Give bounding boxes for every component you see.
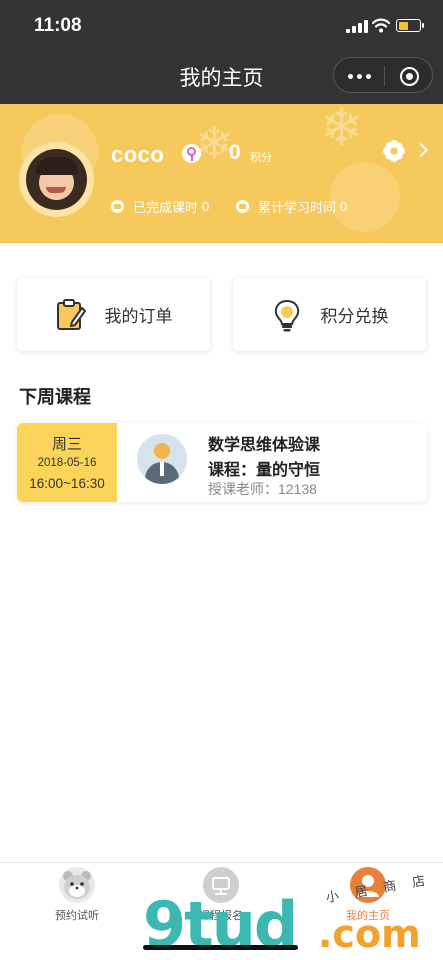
completed-label: 已完成课时 xyxy=(133,200,199,215)
hamster-icon xyxy=(59,867,95,903)
home-indicator xyxy=(143,945,298,950)
study-time-stat: 累计学习时间 0 xyxy=(236,197,347,216)
points-exchange-card[interactable]: 积分兑换 xyxy=(233,278,426,351)
course-date-block: 周三 2018-05-16 16:00~16:30 xyxy=(17,423,117,502)
completed-value: 0 xyxy=(202,199,210,214)
mini-program-capsule xyxy=(333,57,433,93)
tab-trial-booking[interactable]: 预约试听 xyxy=(22,867,132,923)
snowflake-decor-icon: ❄ xyxy=(320,104,364,157)
settings-gear-icon[interactable] xyxy=(383,140,405,162)
study-time-label: 累计学习时间 xyxy=(258,200,337,215)
points-label: 积分 xyxy=(250,152,272,164)
section-title: 下周课程 xyxy=(19,387,91,407)
course-card[interactable]: 周三 2018-05-16 16:00~16:30 数学思维体验课 课程：量的守… xyxy=(17,423,427,502)
points-exchange-label: 积分兑换 xyxy=(320,307,389,326)
lightbulb-icon xyxy=(274,299,299,331)
course-time: 16:00~16:30 xyxy=(29,476,105,491)
clipboard-icon xyxy=(56,298,86,330)
wifi-icon xyxy=(372,18,390,33)
course-topic: 课程：量的守恒 xyxy=(208,462,321,479)
course-weekday: 周三 xyxy=(51,436,82,453)
status-time: 11:08 xyxy=(34,15,82,36)
study-time-value: 0 xyxy=(340,199,348,214)
my-orders-label: 我的订单 xyxy=(104,307,173,326)
course-date: 2018-05-16 xyxy=(37,457,97,469)
top-bar: 11:08 我的主页 xyxy=(0,0,443,104)
my-orders-card[interactable]: 我的订单 xyxy=(17,278,210,351)
chevron-right-icon[interactable] xyxy=(413,142,429,158)
points-value: 0 xyxy=(229,141,241,164)
close-target-icon[interactable] xyxy=(400,67,419,86)
battery-icon xyxy=(396,19,424,32)
flag-icon xyxy=(111,200,124,213)
more-options-icon[interactable] xyxy=(347,66,373,86)
username: coco xyxy=(111,142,165,167)
course-teacher: 授课老师：12138 xyxy=(208,481,317,497)
completed-lessons-stat: 已完成课时 0 xyxy=(111,197,209,216)
female-icon xyxy=(182,144,201,163)
teacher-avatar-icon xyxy=(137,434,187,484)
snowflake-decor-icon: ❄ xyxy=(195,117,234,169)
cellular-signal-icon xyxy=(346,20,368,33)
watermark-domain: .com xyxy=(318,912,421,956)
capsule-divider xyxy=(384,66,385,86)
profile-header: ❄ ❄ coco 0 积分 已完成课时 0 累计学习时间 0 xyxy=(0,104,443,243)
clock-icon xyxy=(236,200,249,213)
tab-label: 预约试听 xyxy=(55,910,99,922)
avatar[interactable] xyxy=(19,142,94,217)
course-name: 数学思维体验课 xyxy=(208,437,321,454)
